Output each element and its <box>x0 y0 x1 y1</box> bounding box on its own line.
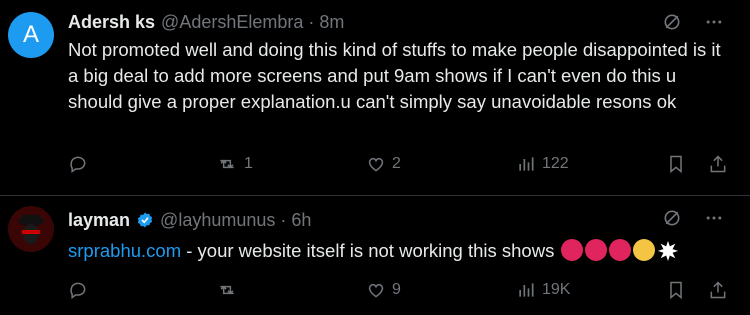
reply-icon <box>68 280 88 300</box>
display-name[interactable]: Adersh ks <box>68 12 155 33</box>
avatar-letter: A <box>22 21 39 48</box>
tweet-top-actions <box>662 208 724 228</box>
more-icon[interactable] <box>704 208 724 228</box>
bookmark-button[interactable] <box>666 152 686 176</box>
like-count: 9 <box>392 281 401 298</box>
share-icon <box>708 280 728 300</box>
user-handle[interactable]: @AdershElembra <box>161 12 303 33</box>
tweet-2[interactable]: layman @layhumunus · 6h srprabhu.com - y… <box>0 196 750 315</box>
share-button[interactable] <box>708 152 728 176</box>
timestamp[interactable]: 6h <box>291 210 311 231</box>
angry-face-emoji <box>609 239 632 261</box>
tweet-top-actions <box>662 12 724 32</box>
reply-icon <box>68 154 88 174</box>
tweet-header: Adersh ks @AdershElembra · 8m <box>68 10 344 34</box>
grok-icon[interactable] <box>662 12 682 32</box>
tweet-text-content: - your website itself is not working thi… <box>181 240 555 261</box>
tweet-1[interactable]: A Adersh ks @AdershElembra · 8m Not prom… <box>0 0 750 196</box>
like-icon <box>366 280 386 300</box>
avatar[interactable]: A <box>8 12 54 58</box>
share-icon <box>708 154 728 174</box>
repost-icon <box>216 280 238 300</box>
views-icon <box>516 154 536 174</box>
repost-icon <box>216 154 238 174</box>
tweet-actions: 1 2 122 <box>68 152 730 176</box>
avatar-image <box>8 206 54 252</box>
like-button[interactable]: 9 <box>366 278 401 302</box>
timestamp[interactable]: 8m <box>319 12 344 33</box>
separator-dot: · <box>280 209 287 230</box>
steam-face-emoji <box>633 239 656 261</box>
website-link[interactable]: srprabhu.com <box>68 240 181 261</box>
user-handle[interactable]: @layhumunus <box>160 210 275 231</box>
views-button[interactable]: 122 <box>516 152 569 176</box>
like-icon <box>366 154 386 174</box>
views-icon <box>516 280 536 300</box>
bookmark-button[interactable] <box>666 278 686 302</box>
grok-icon[interactable] <box>662 208 682 228</box>
views-count: 19K <box>542 281 571 298</box>
share-button[interactable] <box>708 278 728 302</box>
verified-icon <box>136 211 154 229</box>
display-name[interactable]: layman <box>68 210 130 231</box>
like-button[interactable]: 2 <box>366 152 401 176</box>
angry-face-emoji <box>585 239 608 261</box>
tweet-actions: 9 19K <box>68 278 730 302</box>
reply-button[interactable] <box>68 152 94 176</box>
repost-count: 1 <box>244 155 253 172</box>
bookmark-icon <box>666 280 686 300</box>
tweet-text: Not promoted well and doing this kind of… <box>68 39 721 112</box>
tweet-header: layman @layhumunus · 6h <box>68 208 311 232</box>
reply-button[interactable] <box>68 278 94 302</box>
views-count: 122 <box>542 155 569 172</box>
repost-button[interactable] <box>216 278 244 302</box>
bookmark-icon <box>666 154 686 174</box>
more-icon[interactable] <box>704 12 724 32</box>
views-button[interactable]: 19K <box>516 278 570 302</box>
angry-face-emoji <box>561 239 584 261</box>
repost-button[interactable]: 1 <box>216 152 253 176</box>
avatar[interactable] <box>8 206 54 252</box>
anger-symbol-emoji <box>657 239 679 261</box>
like-count: 2 <box>392 155 401 172</box>
tweet-text: srprabhu.com - your website itself is no… <box>68 238 730 264</box>
separator-dot: · <box>308 11 315 32</box>
